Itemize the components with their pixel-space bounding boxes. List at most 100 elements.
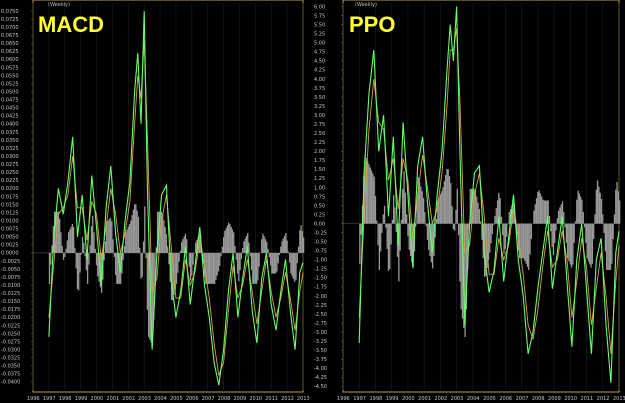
macd-histogram-bar bbox=[88, 252, 90, 265]
ppo-histogram-bar bbox=[395, 223, 397, 233]
ppo-histogram-bar bbox=[385, 223, 387, 228]
macd-histogram-bar bbox=[294, 252, 296, 282]
macd-histogram-bar bbox=[122, 252, 124, 260]
macd-histogram-bar bbox=[145, 252, 147, 259]
ppo-histogram-bar bbox=[569, 223, 571, 265]
macd-ytick-label: 0.0225 bbox=[1, 178, 19, 184]
macd-histogram-bar bbox=[109, 217, 112, 253]
macd-histogram-bar bbox=[234, 246, 236, 253]
macd-histogram-bar bbox=[236, 252, 239, 274]
macd-histogram-bar bbox=[137, 216, 140, 253]
macd-ytick-label: 0.0500 bbox=[1, 89, 19, 95]
macd-histogram-bar bbox=[116, 252, 118, 284]
ppo-histogram-bar bbox=[552, 223, 555, 256]
ppo-histogram-bar bbox=[548, 215, 551, 224]
macd-histogram-bar bbox=[177, 252, 179, 273]
macd-histogram-bar bbox=[131, 215, 133, 253]
macd-histogram-bar bbox=[250, 252, 253, 271]
macd-histogram-bar bbox=[80, 252, 82, 255]
ppo-histogram-bar bbox=[570, 223, 573, 268]
ppo-histogram-bar bbox=[554, 223, 556, 243]
macd-histogram-bar bbox=[167, 246, 169, 253]
ppo-histogram-bar bbox=[360, 223, 362, 235]
macd-chart: 0.0750 0.0725 0.0700 0.0675 0.0650 0.0625 0.06… bbox=[1, 0, 310, 402]
macd-histogram-bar bbox=[192, 252, 194, 265]
ppo-histogram-bar bbox=[377, 223, 379, 246]
ppo-xtick-label: 1996 bbox=[337, 396, 350, 402]
macd-period-label: (Weekly) bbox=[48, 2, 70, 8]
ppo-histogram-bar bbox=[435, 218, 438, 224]
ppo-histogram-bar bbox=[489, 223, 491, 253]
ppo-histogram-bar bbox=[586, 223, 588, 259]
ppo-ytick-label: 5.00 bbox=[314, 41, 325, 47]
macd-ytick-label: 0.0575 bbox=[1, 65, 19, 71]
macd-histogram-bar bbox=[140, 252, 142, 279]
ppo-xtick-label: 2009 bbox=[548, 396, 561, 402]
ppo-histogram-bar bbox=[603, 223, 605, 233]
macd-histogram-bar bbox=[165, 234, 168, 253]
macd-ytick-label: 0.0425 bbox=[1, 114, 19, 120]
ppo-histogram-bar bbox=[457, 223, 460, 236]
macd-histogram-bar bbox=[296, 252, 298, 264]
macd-histogram-bar bbox=[94, 248, 96, 253]
ppo-histogram-bar bbox=[393, 195, 395, 224]
ppo-xtick-label: 2008 bbox=[532, 396, 545, 402]
ppo-ytick-label: 1.50 bbox=[314, 167, 325, 173]
ppo-histogram-bar bbox=[551, 223, 553, 247]
ppo-ytick-label: -0.50 bbox=[314, 240, 327, 246]
ppo-histogram-bar bbox=[394, 207, 396, 224]
ppo-ytick-label: -1.50 bbox=[314, 276, 327, 282]
macd-histogram-bar bbox=[297, 246, 300, 253]
ppo-ytick-label: -4.50 bbox=[314, 384, 327, 390]
ppo-histogram-bar bbox=[476, 196, 478, 224]
macd-histogram-bar bbox=[66, 240, 68, 253]
macd-histogram-bar bbox=[89, 245, 91, 253]
ppo-ytick-label: 6.00 bbox=[314, 4, 325, 10]
ppo-histogram-bar bbox=[502, 223, 504, 236]
ppo-xtick-label: 2010 bbox=[564, 396, 577, 402]
macd-histogram-bar bbox=[244, 238, 246, 253]
ppo-histogram-bar bbox=[367, 161, 369, 224]
ppo-histogram-bar bbox=[568, 223, 570, 262]
macd-histogram-bar bbox=[275, 252, 277, 274]
macd-xtick-label: 2001 bbox=[106, 396, 119, 402]
ppo-histogram-bar bbox=[615, 189, 617, 224]
ppo-histogram-bar bbox=[591, 223, 594, 264]
ppo-ytick-label: -0.75 bbox=[314, 249, 327, 255]
ppo-histogram-bar bbox=[390, 223, 392, 245]
ppo-histogram-bar bbox=[602, 214, 604, 224]
macd-yticks: 0.0750 0.0725 0.0700 0.0675 0.0650 0.0625 0.06… bbox=[1, 9, 33, 386]
macd-ytick-label: -0.0125 bbox=[1, 291, 20, 297]
ppo-ytick-label: 2.75 bbox=[314, 122, 325, 128]
macd-histogram-bar bbox=[95, 252, 98, 266]
macd-histogram-bar bbox=[178, 252, 180, 262]
ppo-period-label: (Weekly) bbox=[355, 2, 377, 8]
macd-histogram-bar bbox=[73, 227, 75, 253]
ppo-histogram-bar bbox=[528, 223, 530, 270]
ppo-histogram-bar bbox=[612, 223, 614, 240]
macd-histogram-bar bbox=[130, 220, 132, 253]
macd-ytick-label: -0.0400 bbox=[1, 380, 20, 386]
ppo-histogram-bar bbox=[564, 223, 566, 228]
ppo-histogram-bar bbox=[425, 223, 427, 226]
macd-xtick-label: 2012 bbox=[281, 396, 294, 402]
ppo-histogram-bar bbox=[590, 223, 592, 268]
ppo-histogram-bar bbox=[454, 223, 456, 231]
ppo-histogram-bar bbox=[529, 223, 531, 255]
macd-histogram-bar bbox=[74, 247, 76, 253]
ppo-ytick-label: 2.00 bbox=[314, 149, 325, 155]
ppo-histogram-bar bbox=[456, 188, 458, 224]
macd-xtick-label: 2002 bbox=[122, 396, 135, 402]
macd-ytick-label: 0.0375 bbox=[1, 130, 19, 136]
ppo-ytick-label: 0.25 bbox=[314, 212, 325, 218]
macd-histogram-bar bbox=[287, 251, 290, 253]
macd-histogram-bar bbox=[65, 248, 67, 253]
ppo-histogram-bar bbox=[595, 189, 597, 224]
ppo-histogram-bar bbox=[446, 168, 448, 224]
ppo-ytick-label: 5.50 bbox=[314, 23, 325, 29]
macd-histogram-bar bbox=[217, 252, 220, 272]
macd-ytick-label: 0.0650 bbox=[1, 41, 19, 47]
ppo-ytick-label: 2.50 bbox=[314, 131, 325, 137]
ppo-ytick-label: 3.50 bbox=[314, 95, 325, 101]
ppo-histogram-bar bbox=[373, 176, 375, 224]
